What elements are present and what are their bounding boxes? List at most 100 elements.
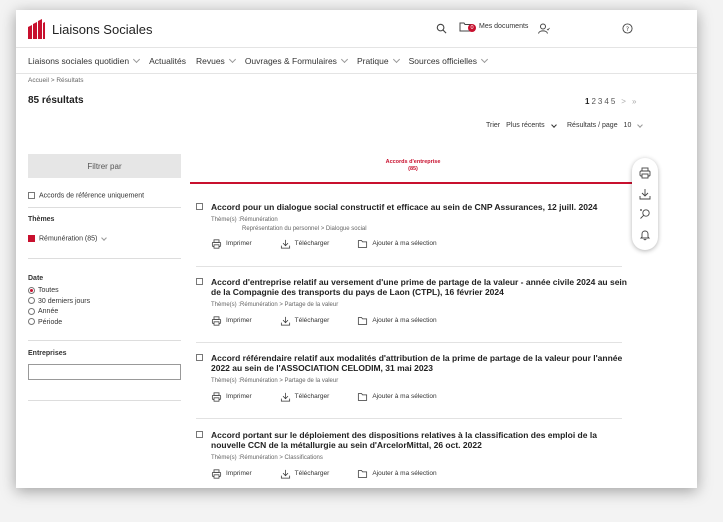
user-icon[interactable] [538,21,550,39]
download-icon[interactable] [639,188,651,200]
add-label: Ajouter à ma sélection [372,240,437,248]
result-actions: Imprimer Télécharger Ajouter à ma sélect… [211,239,632,249]
sort-control[interactable]: Trier Plus récents [486,122,557,129]
date-option-label: Toutes [38,287,59,294]
date-option-label: Période [38,318,63,326]
print-button[interactable]: Imprimer [211,392,252,402]
radio[interactable] [28,318,35,326]
date-option-annee[interactable]: Année [28,307,90,318]
result-title[interactable]: Accord portant sur le déploiement des di… [211,430,632,450]
download-button[interactable]: Télécharger [280,392,329,402]
print-icon [211,392,222,402]
result-actions: Imprimer Télécharger Ajouter à ma sélect… [211,392,632,402]
reference-only-checkbox[interactable]: Accords de référence uniquement [28,192,144,199]
page-link[interactable]: 5 [611,97,615,106]
floating-toolbar [632,158,658,250]
download-label: Télécharger [294,470,330,478]
download-icon [280,316,290,326]
add-label: Ajouter à ma sélection [372,470,437,478]
download-icon [280,469,290,479]
add-to-selection-button[interactable]: Ajouter à ma sélection [357,239,437,249]
radio[interactable] [28,307,35,315]
nav-item-sources[interactable]: Sources officielles [408,55,489,66]
add-to-selection-button[interactable]: Ajouter à ma sélection [357,469,437,479]
divider [28,258,181,259]
chevron-down-icon [133,55,141,63]
next-page-button[interactable]: > [621,97,626,106]
result-themes: Thème(s) :Rémunération > Classifications [211,454,632,462]
print-button[interactable]: Imprimer [211,469,252,479]
result-title[interactable]: Accord référendaire relatif aux modalité… [211,353,632,373]
print-icon [211,239,222,249]
chevron-down-icon [550,122,557,128]
page-link[interactable]: 3 [598,97,602,106]
add-to-selection-button[interactable]: Ajouter à ma sélection [357,392,437,402]
divider [196,418,622,419]
tab-count: (85) [408,166,418,173]
download-button[interactable]: Télécharger [280,469,330,479]
nav-label: Sources officielles [408,55,477,66]
tab-accords-entreprise[interactable]: Accords d'entreprise (85) [190,158,636,184]
nav-label: Ouvrages & Formulaires [244,55,337,66]
entreprises-input[interactable] [28,364,181,380]
print-button[interactable]: Imprimer [211,316,252,326]
theme-line: Thème(s) :Rémunération [211,217,278,224]
date-option-label: 30 derniers jours [38,297,91,305]
search-icon[interactable] [436,21,447,39]
nav-item-liaisons-quotidien[interactable]: Liaisons sociales quotidien [28,55,141,66]
add-to-selection-button[interactable]: Ajouter à ma sélection [357,316,437,326]
date-option-toutes[interactable]: Toutes [28,286,90,297]
nav-item-revues[interactable]: Revues [196,55,236,66]
print-icon[interactable] [639,167,651,179]
reference-only-label: Accords de référence uniquement [39,192,145,200]
result-checkbox[interactable] [196,354,203,361]
result-themes: Thème(s) :Rémunération > Partage de la v… [211,377,632,385]
results-count: 85 résultats [28,95,84,106]
theme-filter-remuneration[interactable]: Rémunération (85) [28,235,108,243]
theme-label: Rémunération (85) [39,235,98,243]
nav-label: Actualités [149,55,186,66]
print-label: Imprimer [226,393,252,401]
nav-item-actualites[interactable]: Actualités [149,56,186,66]
page-link[interactable]: 4 [604,97,608,106]
print-label: Imprimer [226,470,252,478]
search-add-icon[interactable] [639,208,651,220]
logo-icon [28,19,45,39]
radio-selected[interactable] [28,286,35,294]
chevron-down-icon[interactable] [101,235,108,242]
last-page-button[interactable]: » [632,97,636,106]
result-checkbox[interactable] [196,278,203,285]
print-button[interactable]: Imprimer [211,239,252,249]
checkbox-checked[interactable] [28,235,35,242]
filter-button[interactable]: Filtrer par [28,154,181,178]
page-link[interactable]: 1 [585,97,589,106]
result-checkbox[interactable] [196,431,203,438]
add-label: Ajouter à ma sélection [372,317,437,325]
date-option-periode[interactable]: Période [28,318,90,329]
tab-label: Accords d'entreprise [385,159,441,165]
top-bar: Liaisons Sociales 0 Mes documents ? [16,10,697,48]
documents-button[interactable]: 0 Mes documents [459,20,528,32]
print-icon [211,469,222,479]
per-page-control[interactable]: Résultats / page 10 [567,122,644,129]
logo[interactable]: Liaisons Sociales [26,18,152,40]
radio[interactable] [28,297,35,305]
divider [196,266,622,267]
download-button[interactable]: Télécharger [280,316,329,326]
breadcrumb[interactable]: Accueil > Résultats [28,77,83,84]
nav-item-pratique[interactable]: Pratique [357,55,400,66]
date-options: Toutes 30 derniers jours Année Période [28,286,90,328]
nav-label: Liaisons sociales quotidien [28,55,130,66]
result-title[interactable]: Accord pour un dialogue social construct… [211,202,597,212]
page-link[interactable]: 2 [591,97,595,106]
result-title[interactable]: Accord d'entreprise relatif au versement… [211,277,632,297]
pagination: 1 2 3 4 5 > » [585,97,636,106]
date-option-30-jours[interactable]: 30 derniers jours [28,297,90,308]
download-button[interactable]: Télécharger [280,239,329,249]
bell-icon[interactable] [639,229,651,241]
nav-item-ouvrages[interactable]: Ouvrages & Formulaires [244,55,348,66]
result-checkbox[interactable] [196,203,203,210]
checkbox[interactable] [28,192,35,199]
per-page-value: 10 [623,122,632,129]
help-icon[interactable]: ? [622,21,633,39]
